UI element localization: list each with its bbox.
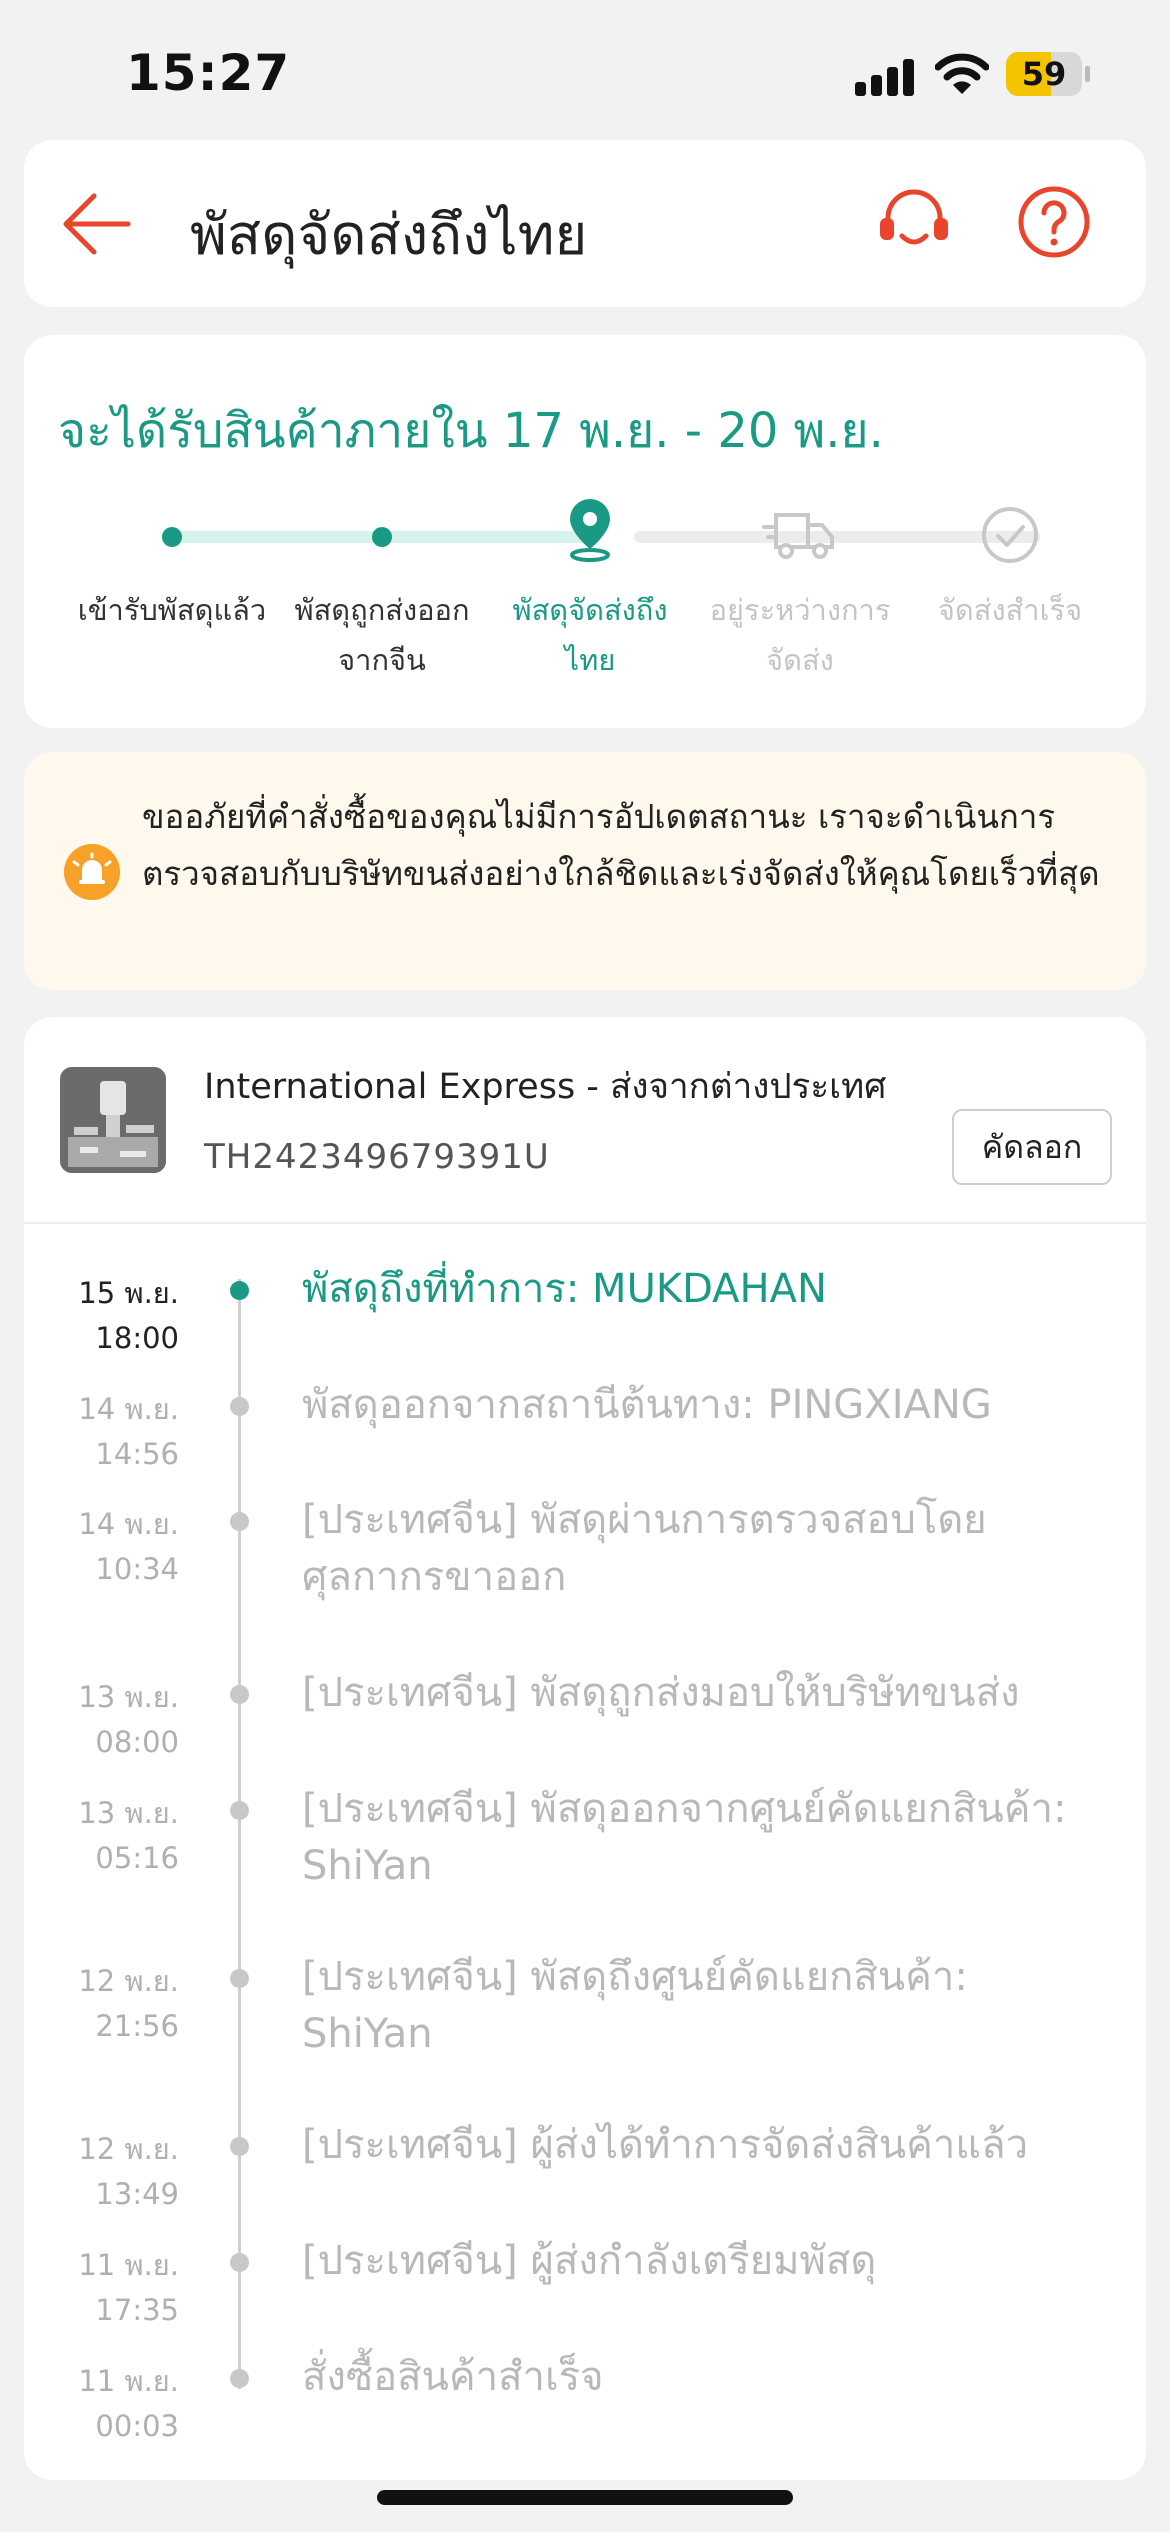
back-arrow-icon[interactable] — [58, 188, 134, 260]
event-description: [ประเทศจีน] ผู้ส่งได้ทำการจัดส่งสินค้าแล… — [302, 2122, 1029, 2168]
event-date: 14 พ.ย. 14:56 — [24, 1387, 179, 1477]
event-time: 17:35 — [95, 2293, 179, 2327]
event-day: 13 พ.ย. — [78, 1680, 179, 1714]
event-time: 00:03 — [95, 2409, 179, 2443]
copy-tracking-button[interactable]: คัดลอก — [952, 1109, 1112, 1185]
tracking-card: International Express - ส่งจากต่างประเทศ… — [24, 1017, 1146, 2480]
event-time: 13:49 — [95, 2177, 179, 2211]
event-date: 12 พ.ย. 21:56 — [24, 1959, 179, 2049]
help-icon[interactable] — [1016, 184, 1092, 260]
delivery-progress-card: จะได้รับสินค้าภายใน 17 พ.ย. - 20 พ.ย. เข… — [24, 335, 1146, 728]
step-dot-exported — [372, 527, 392, 547]
divider — [24, 1222, 1146, 1224]
event-day: 13 พ.ย. — [78, 1796, 179, 1830]
event-date: 12 พ.ย. 13:49 — [24, 2127, 179, 2217]
status-time: 15:27 — [126, 44, 291, 102]
timeline-line — [238, 1279, 241, 2389]
event-date: 13 พ.ย. 08:00 — [24, 1675, 179, 1765]
page-title: พัสดุจัดส่งถึงไทย — [190, 203, 588, 268]
event-description: [ประเทศจีน] พัสดุถึงศูนย์คัดแยกสินค้า: S… — [302, 1954, 968, 2057]
event-day: 11 พ.ย. — [78, 2364, 179, 2398]
delay-notice: ขออภัยที่คำสั่งซื้อของคุณไม่มีการอัปเดตส… — [24, 752, 1146, 990]
location-pin-icon — [570, 499, 610, 562]
event-dot — [230, 2137, 249, 2156]
event-dot — [230, 1801, 249, 1820]
event-day: 12 พ.ย. — [78, 1964, 179, 1998]
bell-alert-icon — [64, 844, 120, 900]
event-date: 13 พ.ย. 05:16 — [24, 1791, 179, 1881]
event-description: สั่งซื้อสินค้าสำเร็จ — [302, 2354, 604, 2400]
event-dot — [230, 2253, 249, 2272]
step-label-line: จัดส่ง — [766, 643, 834, 677]
customer-support-icon[interactable] — [876, 184, 952, 260]
event-date: 14 พ.ย. 10:34 — [24, 1502, 179, 1592]
estimated-delivery: จะได้รับสินค้าภายใน 17 พ.ย. - 20 พ.ย. — [58, 403, 884, 459]
event-date: 15 พ.ย. 18:00 — [24, 1271, 179, 1361]
cellular-signal-icon — [855, 58, 915, 96]
step-label-line: พัสดุถูกส่งออก — [294, 593, 470, 627]
event-dot — [230, 1685, 249, 1704]
event-description: [ประเทศจีน] พัสดุผ่านการตรวจสอบโดยศุลกาก… — [302, 1497, 987, 1600]
step-label-line: ไทย — [564, 643, 616, 677]
step-label-line: พัสดุจัดส่งถึง — [512, 593, 668, 627]
event-date: 11 พ.ย. 17:35 — [24, 2243, 179, 2333]
battery-icon: 59 — [1006, 52, 1090, 96]
header-bar: พัสดุจัดส่งถึงไทย — [24, 140, 1146, 307]
carrier-name: International Express - ส่งจากต่างประเทศ — [204, 1067, 887, 1107]
event-dot — [230, 1969, 249, 1988]
event-description: [ประเทศจีน] พัสดุถูกส่งมอบให้บริษัทขนส่ง — [302, 1670, 1020, 1716]
product-thumbnail[interactable] — [60, 1067, 166, 1173]
home-indicator[interactable] — [377, 2490, 793, 2505]
step-label-line: เข้ารับพัสดุแล้ว — [77, 593, 267, 627]
event-day: 12 พ.ย. — [78, 2132, 179, 2166]
event-day: 11 พ.ย. — [78, 2248, 179, 2282]
event-dot — [230, 1281, 249, 1300]
event-time: 10:34 — [95, 1552, 179, 1586]
event-date: 11 พ.ย. 00:03 — [24, 2359, 179, 2449]
step-label-in-transit: อยู่ระหว่างการ จัดส่ง — [690, 585, 910, 685]
event-description: [ประเทศจีน] ผู้ส่งกำลังเตรียมพัสดุ — [302, 2238, 877, 2284]
event-day: 14 พ.ย. — [78, 1392, 179, 1426]
event-dot — [230, 1397, 249, 1416]
step-label-line: จัดส่งสำเร็จ — [937, 593, 1083, 627]
battery-level: 59 — [1021, 55, 1067, 93]
event-time: 21:56 — [95, 2009, 179, 2043]
event-description: พัสดุออกจากสถานีต้นทาง: PINGXIANG — [302, 1382, 992, 1428]
step-label-delivered: จัดส่งสำเร็จ — [900, 585, 1120, 635]
event-day: 14 พ.ย. — [78, 1507, 179, 1541]
step-dot-picked-up — [162, 527, 182, 547]
status-bar: 15:27 59 — [0, 0, 1170, 140]
event-description: พัสดุถึงที่ทำการ: MUKDAHAN — [302, 1266, 827, 1312]
step-label-arrived-thailand: พัสดุจัดส่งถึง ไทย — [480, 585, 700, 685]
step-label-exported: พัสดุถูกส่งออก จากจีน — [272, 585, 492, 685]
event-time: 08:00 — [95, 1725, 179, 1759]
event-time: 18:00 — [95, 1321, 179, 1355]
event-day: 15 พ.ย. — [78, 1276, 179, 1310]
event-time: 14:56 — [95, 1437, 179, 1471]
event-time: 05:16 — [95, 1841, 179, 1875]
event-description: [ประเทศจีน] พัสดุออกจากศูนย์คัดแยกสินค้า… — [302, 1786, 1067, 1889]
delivery-truck-icon — [762, 513, 834, 559]
step-label-picked-up: เข้ารับพัสดุแล้ว — [62, 585, 282, 635]
delivered-check-icon — [982, 507, 1038, 563]
step-label-line: จากจีน — [338, 643, 426, 677]
tracking-number: TH242349679391U — [204, 1137, 550, 1177]
step-label-line: อยู่ระหว่างการ — [709, 593, 891, 627]
notice-text: ขออภัยที่คำสั่งซื้อของคุณไม่มีการอัปเดตส… — [142, 797, 1100, 893]
wifi-icon — [935, 53, 989, 94]
event-dot — [230, 2369, 249, 2388]
event-dot — [230, 1512, 249, 1531]
